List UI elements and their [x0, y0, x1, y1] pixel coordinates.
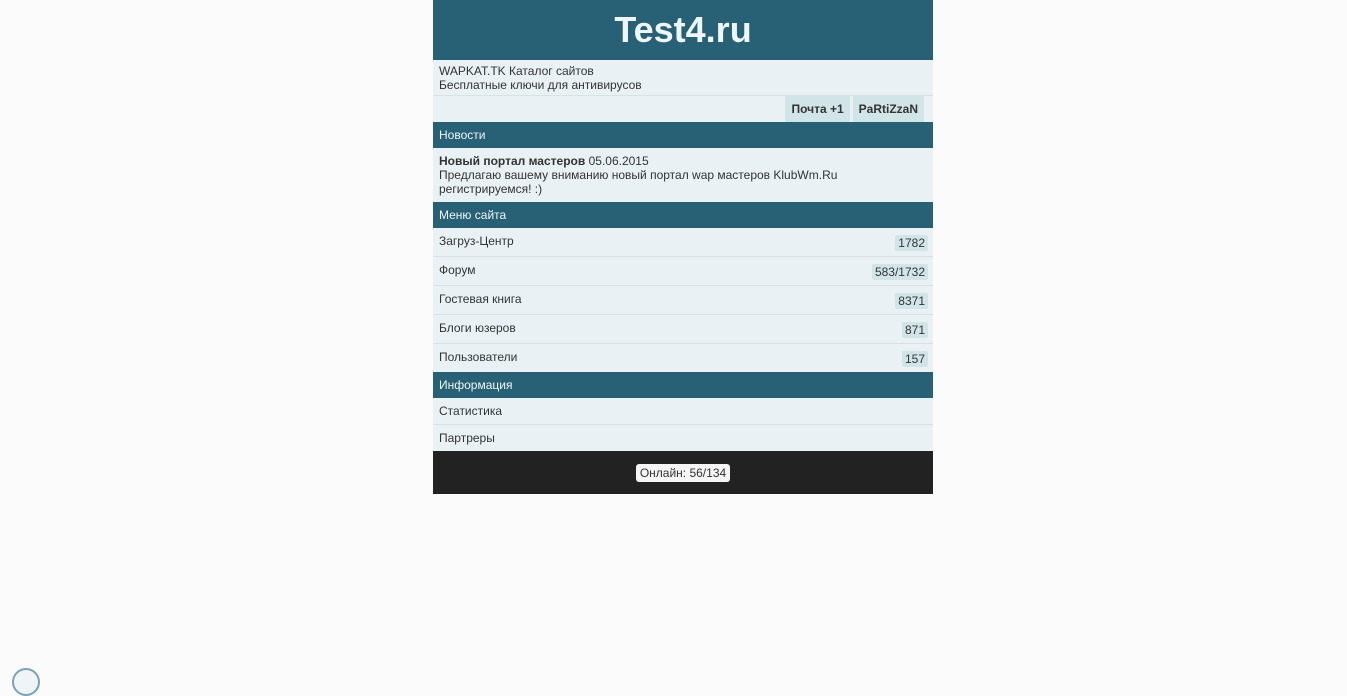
- news-item-title[interactable]: Новый портал мастеров: [439, 154, 585, 168]
- site-header: Test4.ru: [433, 0, 933, 60]
- menu-item-label: Блоги юзеров: [439, 321, 516, 335]
- menu-item-guestbook[interactable]: Гостевая книга 8371: [433, 286, 933, 315]
- user-profile-button[interactable]: PaRtiZzaN: [852, 96, 924, 122]
- menu-item-label: Загруз-Центр: [439, 234, 514, 248]
- info-section-header: Информация: [433, 372, 933, 398]
- user-bar: Почта +1 PaRtiZzaN: [433, 96, 933, 122]
- site-logo-link[interactable]: Test4.ru: [614, 0, 751, 60]
- menu-item-forum[interactable]: Форум 583/1732: [433, 257, 933, 286]
- menu-item-label: Гостевая книга: [439, 292, 522, 306]
- mail-button[interactable]: Почта +1: [785, 96, 850, 122]
- globe-icon[interactable]: [12, 668, 40, 696]
- menu-item-count: 157: [901, 351, 928, 367]
- info-menu: Статистика Партреры: [433, 398, 933, 451]
- online-counter[interactable]: Онлайн: 56/134: [635, 463, 731, 482]
- menu-item-count: 8371: [895, 293, 928, 309]
- news-item-date: 05.06.2015: [588, 154, 649, 168]
- site-menu: Загруз-Центр 1782 Форум 583/1732 Гостева…: [433, 228, 933, 372]
- top-link-antivirus-keys[interactable]: Бесплатные ключи для антивирусов: [439, 78, 927, 92]
- menu-section-header: Меню сайта: [433, 202, 933, 228]
- top-link-catalog[interactable]: WAPKAT.TK Каталог сайтов: [439, 64, 927, 78]
- info-item-partners[interactable]: Партреры: [433, 425, 933, 451]
- top-links: WAPKAT.TK Каталог сайтов Бесплатные ключ…: [433, 60, 933, 96]
- info-item-statistics[interactable]: Статистика: [433, 398, 933, 425]
- menu-item-blogs[interactable]: Блоги юзеров 871: [433, 315, 933, 344]
- menu-item-downloads[interactable]: Загруз-Центр 1782: [433, 228, 933, 257]
- menu-item-count: 1782: [895, 235, 928, 251]
- menu-item-count: 871: [901, 322, 928, 338]
- menu-item-users[interactable]: Пользователи 157: [433, 344, 933, 372]
- menu-item-count: 583/1732: [871, 264, 928, 280]
- news-item-text: Предлагаю вашему вниманию новый портал w…: [439, 168, 838, 196]
- news-item: Новый портал мастеров 05.06.2015 Предлаг…: [433, 148, 933, 202]
- menu-item-label: Форум: [439, 263, 476, 277]
- news-section-header: Новости: [433, 122, 933, 148]
- page-container: Test4.ru WAPKAT.TK Каталог сайтов Беспла…: [433, 0, 933, 494]
- site-footer: Онлайн: 56/134: [433, 451, 933, 494]
- menu-item-label: Пользователи: [439, 350, 518, 364]
